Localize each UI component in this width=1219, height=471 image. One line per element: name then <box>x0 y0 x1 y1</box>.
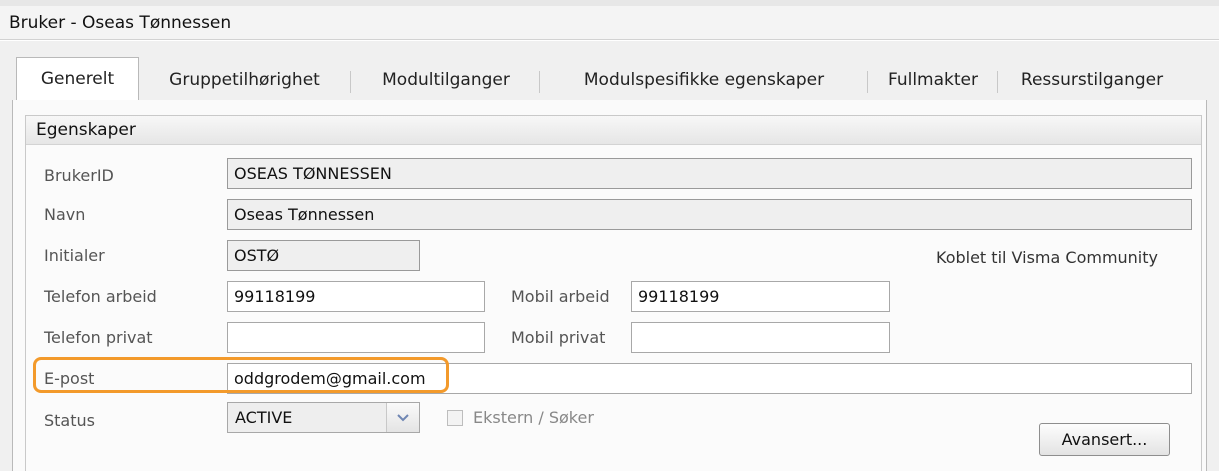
tab-generelt[interactable]: Generelt <box>16 57 139 102</box>
community-status-text: Koblet til Visma Community <box>936 248 1158 267</box>
mobil-arbeid-label: Mobil arbeid <box>511 287 610 306</box>
initialer-field[interactable] <box>227 240 420 271</box>
group-title: Egenskaper <box>26 116 1201 145</box>
tab-separator <box>350 71 351 93</box>
tab-gruppetilhorighet[interactable]: Gruppetilhørighet <box>142 61 347 100</box>
navn-field[interactable] <box>227 199 1192 230</box>
ekstern-checkbox[interactable] <box>447 410 463 426</box>
navn-label: Navn <box>44 205 86 224</box>
initialer-label: Initialer <box>44 246 105 265</box>
mobil-privat-input[interactable] <box>631 322 890 353</box>
brukerid-field[interactable] <box>227 158 1192 189</box>
tab-fullmakter[interactable]: Fullmakter <box>872 61 994 100</box>
mobil-arbeid-input[interactable] <box>631 281 890 312</box>
telefon-privat-input[interactable] <box>227 322 485 353</box>
tab-ressurstilganger[interactable]: Ressurstilganger <box>1002 61 1182 100</box>
tab-separator <box>997 71 998 93</box>
brukerid-label: BrukerID <box>44 166 114 185</box>
mobil-privat-label: Mobil privat <box>511 328 606 347</box>
tab-modulspesifikke-egenskaper[interactable]: Modulspesifikke egenskaper <box>544 61 864 100</box>
tab-separator <box>867 71 868 93</box>
avansert-button[interactable]: Avansert... <box>1039 423 1170 456</box>
ekstern-label: Ekstern / Søker <box>473 408 594 427</box>
status-label: Status <box>44 411 95 430</box>
tab-modultilganger[interactable]: Modultilganger <box>356 61 536 100</box>
epost-label: E-post <box>44 369 95 388</box>
status-select-value: ACTIVE <box>235 408 293 427</box>
chevron-down-icon[interactable] <box>386 403 419 432</box>
telefon-privat-label: Telefon privat <box>44 328 153 347</box>
tab-bar: Generelt Gruppetilhørighet Modultilgange… <box>12 57 1207 102</box>
telefon-arbeid-label: Telefon arbeid <box>44 287 157 306</box>
window-title: Bruker - Oseas Tønnessen <box>0 6 1219 40</box>
tab-separator <box>539 71 540 93</box>
status-select[interactable]: ACTIVE <box>227 402 420 433</box>
epost-input[interactable] <box>227 363 1192 394</box>
telefon-arbeid-input[interactable] <box>227 281 485 312</box>
